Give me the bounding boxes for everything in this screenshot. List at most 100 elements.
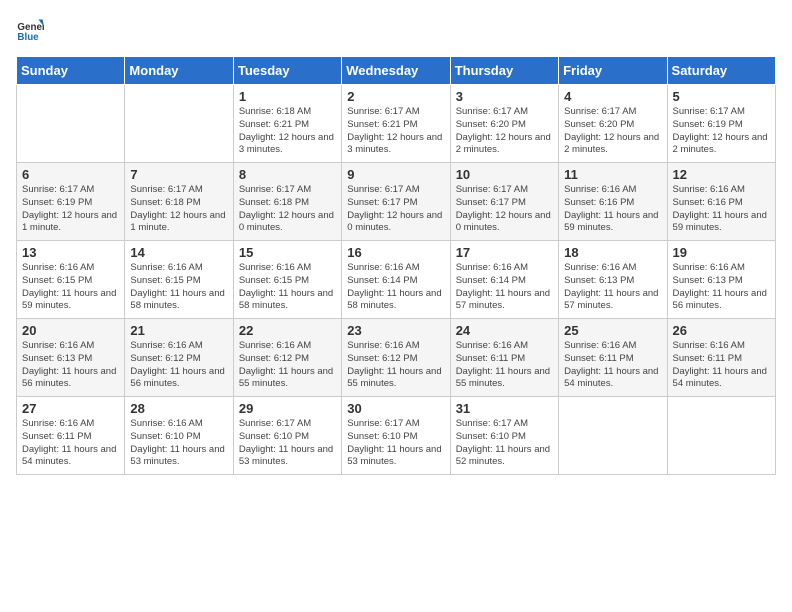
week-row-1: 6 Sunrise: 6:17 AM Sunset: 6:19 PM Daylig… (17, 163, 776, 241)
day-number: 25 (564, 323, 661, 338)
week-row-3: 20 Sunrise: 6:16 AM Sunset: 6:13 PM Dayli… (17, 319, 776, 397)
cell-info: Sunrise: 6:17 AM Sunset: 6:10 PM Dayligh… (239, 418, 336, 469)
day-number: 3 (456, 89, 553, 104)
cell-info: Sunrise: 6:17 AM Sunset: 6:18 PM Dayligh… (239, 184, 336, 235)
day-number: 20 (22, 323, 119, 338)
calendar-body: 1Sunrise: 6:18 AM Sunset: 6:21 PM Daylig… (17, 85, 776, 475)
calendar-cell: 31 Sunrise: 6:17 AM Sunset: 6:10 PM Dayli… (450, 397, 558, 475)
calendar-cell: 8 Sunrise: 6:17 AM Sunset: 6:18 PM Daylig… (233, 163, 341, 241)
cell-info: Sunrise: 6:16 AM Sunset: 6:13 PM Dayligh… (22, 340, 119, 391)
calendar-cell: 17Sunrise: 6:16 AM Sunset: 6:14 PM Dayli… (450, 241, 558, 319)
cell-info: Sunrise: 6:16 AM Sunset: 6:15 PM Dayligh… (130, 262, 227, 313)
day-number: 12 (673, 167, 770, 182)
cell-info: Sunrise: 6:16 AM Sunset: 6:15 PM Dayligh… (22, 262, 119, 313)
cell-info: Sunrise: 6:17 AM Sunset: 6:20 PM Dayligh… (564, 106, 661, 157)
page-header: General Blue (16, 16, 776, 44)
calendar-cell: 13 Sunrise: 6:16 AM Sunset: 6:15 PM Dayli… (17, 241, 125, 319)
day-number: 19 (673, 245, 770, 260)
calendar-cell: 9Sunrise: 6:17 AM Sunset: 6:17 PM Daylig… (342, 163, 450, 241)
calendar-cell: 24Sunrise: 6:16 AM Sunset: 6:11 PM Dayli… (450, 319, 558, 397)
calendar-cell: 12 Sunrise: 6:16 AM Sunset: 6:16 PM Dayli… (667, 163, 775, 241)
cell-info: Sunrise: 6:16 AM Sunset: 6:13 PM Dayligh… (564, 262, 661, 313)
week-row-4: 27Sunrise: 6:16 AM Sunset: 6:11 PM Dayli… (17, 397, 776, 475)
calendar-cell: 28 Sunrise: 6:16 AM Sunset: 6:10 PM Dayli… (125, 397, 233, 475)
svg-text:Blue: Blue (17, 32, 39, 43)
day-number: 17 (456, 245, 553, 260)
cell-info: Sunrise: 6:16 AM Sunset: 6:13 PM Dayligh… (673, 262, 770, 313)
day-number: 5 (673, 89, 770, 104)
cell-info: Sunrise: 6:16 AM Sunset: 6:11 PM Dayligh… (673, 340, 770, 391)
calendar-cell (125, 85, 233, 163)
day-number: 29 (239, 401, 336, 416)
calendar-cell: 21 Sunrise: 6:16 AM Sunset: 6:12 PM Dayli… (125, 319, 233, 397)
calendar-cell: 4 Sunrise: 6:17 AM Sunset: 6:20 PM Daylig… (559, 85, 667, 163)
header-sunday: Sunday (17, 57, 125, 85)
cell-info: Sunrise: 6:17 AM Sunset: 6:17 PM Dayligh… (456, 184, 553, 235)
cell-info: Sunrise: 6:17 AM Sunset: 6:10 PM Dayligh… (456, 418, 553, 469)
calendar-cell: 10 Sunrise: 6:17 AM Sunset: 6:17 PM Dayli… (450, 163, 558, 241)
cell-info: Sunrise: 6:17 AM Sunset: 6:20 PM Dayligh… (456, 106, 553, 157)
cell-info: Sunrise: 6:16 AM Sunset: 6:11 PM Dayligh… (564, 340, 661, 391)
cell-info: Sunrise: 6:17 AM Sunset: 6:21 PM Dayligh… (347, 106, 444, 157)
calendar-table: SundayMondayTuesdayWednesdayThursdayFrid… (16, 56, 776, 475)
calendar-cell: 30Sunrise: 6:17 AM Sunset: 6:10 PM Dayli… (342, 397, 450, 475)
calendar-cell: 23Sunrise: 6:16 AM Sunset: 6:12 PM Dayli… (342, 319, 450, 397)
cell-info: Sunrise: 6:17 AM Sunset: 6:19 PM Dayligh… (22, 184, 119, 235)
calendar-cell: 6 Sunrise: 6:17 AM Sunset: 6:19 PM Daylig… (17, 163, 125, 241)
header-tuesday: Tuesday (233, 57, 341, 85)
day-number: 22 (239, 323, 336, 338)
calendar-cell: 19 Sunrise: 6:16 AM Sunset: 6:13 PM Dayli… (667, 241, 775, 319)
header-thursday: Thursday (450, 57, 558, 85)
cell-info: Sunrise: 6:17 AM Sunset: 6:17 PM Dayligh… (347, 184, 444, 235)
cell-info: Sunrise: 6:16 AM Sunset: 6:16 PM Dayligh… (673, 184, 770, 235)
day-number: 21 (130, 323, 227, 338)
calendar-cell: 11 Sunrise: 6:16 AM Sunset: 6:16 PM Dayli… (559, 163, 667, 241)
calendar-cell: 26 Sunrise: 6:16 AM Sunset: 6:11 PM Dayli… (667, 319, 775, 397)
day-number: 16 (347, 245, 444, 260)
calendar-cell: 29 Sunrise: 6:17 AM Sunset: 6:10 PM Dayli… (233, 397, 341, 475)
calendar-cell: 3 Sunrise: 6:17 AM Sunset: 6:20 PM Daylig… (450, 85, 558, 163)
day-number: 26 (673, 323, 770, 338)
calendar-cell: 16 Sunrise: 6:16 AM Sunset: 6:14 PM Dayli… (342, 241, 450, 319)
cell-info: Sunrise: 6:17 AM Sunset: 6:10 PM Dayligh… (347, 418, 444, 469)
week-row-0: 1Sunrise: 6:18 AM Sunset: 6:21 PM Daylig… (17, 85, 776, 163)
calendar-cell: 5 Sunrise: 6:17 AM Sunset: 6:19 PM Daylig… (667, 85, 775, 163)
calendar-cell: 25 Sunrise: 6:16 AM Sunset: 6:11 PM Dayli… (559, 319, 667, 397)
logo-icon: General Blue (16, 16, 44, 44)
cell-info: Sunrise: 6:16 AM Sunset: 6:16 PM Dayligh… (564, 184, 661, 235)
day-number: 13 (22, 245, 119, 260)
cell-info: Sunrise: 6:16 AM Sunset: 6:10 PM Dayligh… (130, 418, 227, 469)
day-number: 10 (456, 167, 553, 182)
cell-info: Sunrise: 6:16 AM Sunset: 6:11 PM Dayligh… (456, 340, 553, 391)
day-number: 1 (239, 89, 336, 104)
day-number: 31 (456, 401, 553, 416)
day-number: 2 (347, 89, 444, 104)
day-number: 28 (130, 401, 227, 416)
cell-info: Sunrise: 6:16 AM Sunset: 6:14 PM Dayligh… (347, 262, 444, 313)
cell-info: Sunrise: 6:17 AM Sunset: 6:18 PM Dayligh… (130, 184, 227, 235)
cell-info: Sunrise: 6:17 AM Sunset: 6:19 PM Dayligh… (673, 106, 770, 157)
calendar-cell: 1Sunrise: 6:18 AM Sunset: 6:21 PM Daylig… (233, 85, 341, 163)
cell-info: Sunrise: 6:16 AM Sunset: 6:12 PM Dayligh… (130, 340, 227, 391)
calendar-cell: 20 Sunrise: 6:16 AM Sunset: 6:13 PM Dayli… (17, 319, 125, 397)
cell-info: Sunrise: 6:16 AM Sunset: 6:15 PM Dayligh… (239, 262, 336, 313)
calendar-cell (17, 85, 125, 163)
day-number: 8 (239, 167, 336, 182)
day-number: 4 (564, 89, 661, 104)
header-monday: Monday (125, 57, 233, 85)
logo: General Blue (16, 16, 46, 44)
calendar-cell: 27Sunrise: 6:16 AM Sunset: 6:11 PM Dayli… (17, 397, 125, 475)
header-friday: Friday (559, 57, 667, 85)
week-row-2: 13 Sunrise: 6:16 AM Sunset: 6:15 PM Dayli… (17, 241, 776, 319)
calendar-cell: 2 Sunrise: 6:17 AM Sunset: 6:21 PM Daylig… (342, 85, 450, 163)
calendar-cell: 22Sunrise: 6:16 AM Sunset: 6:12 PM Dayli… (233, 319, 341, 397)
day-number: 15 (239, 245, 336, 260)
calendar-cell (559, 397, 667, 475)
calendar-cell: 15 Sunrise: 6:16 AM Sunset: 6:15 PM Dayli… (233, 241, 341, 319)
header-saturday: Saturday (667, 57, 775, 85)
cell-info: Sunrise: 6:16 AM Sunset: 6:12 PM Dayligh… (347, 340, 444, 391)
day-number: 18 (564, 245, 661, 260)
day-number: 11 (564, 167, 661, 182)
day-number: 27 (22, 401, 119, 416)
day-number: 6 (22, 167, 119, 182)
